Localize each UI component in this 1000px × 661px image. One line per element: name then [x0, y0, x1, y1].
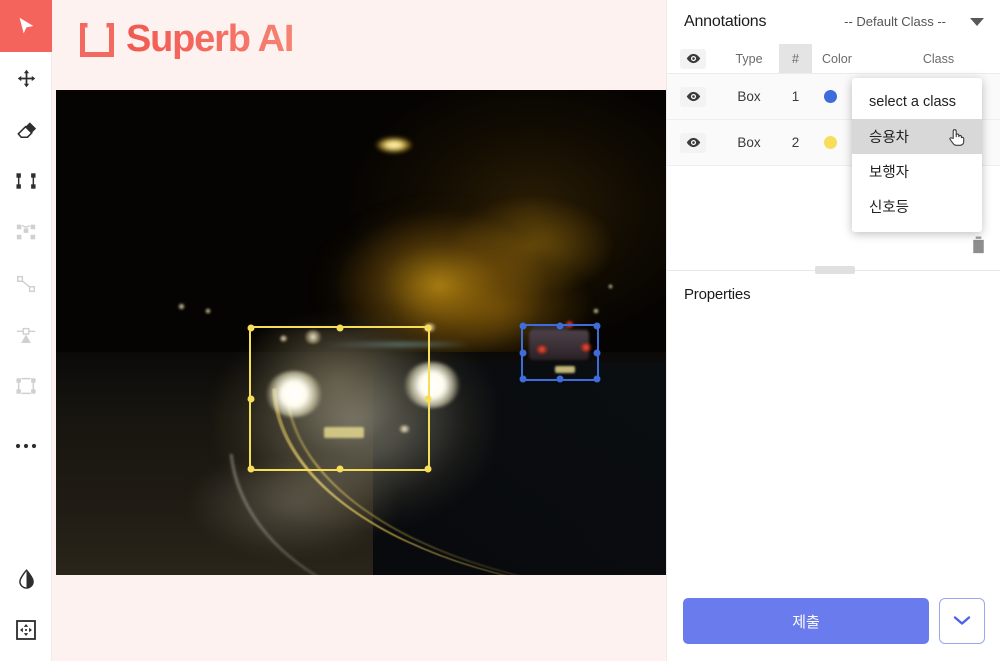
- polyline-tool[interactable]: [0, 258, 52, 310]
- fit-screen-icon: [15, 619, 37, 641]
- eye-icon[interactable]: [680, 132, 706, 153]
- properties-section-title: Properties: [684, 286, 751, 303]
- bbox-handle-sw[interactable]: [519, 375, 527, 383]
- default-class-label[interactable]: -- Default Class --: [844, 14, 946, 29]
- submit-row: 제출: [667, 598, 1000, 644]
- brightness-tool[interactable]: [0, 552, 52, 604]
- move-arrows-icon: [16, 68, 37, 89]
- road-reflection: [190, 468, 398, 556]
- bbox-handle-s[interactable]: [556, 375, 564, 383]
- column-header-visibility: [667, 48, 719, 69]
- annotations-panel-header: Annotations -- Default Class --: [667, 0, 1000, 44]
- rotated-box-tool[interactable]: [0, 206, 52, 258]
- panel-resize-handle[interactable]: [815, 266, 855, 274]
- polyline-icon: [15, 273, 37, 295]
- box-tool[interactable]: [0, 155, 52, 207]
- bbox-handle-ne[interactable]: [593, 322, 601, 330]
- fit-to-screen-tool[interactable]: [0, 604, 52, 656]
- dropdown-item-bohaengja[interactable]: 보행자: [852, 154, 982, 189]
- bbox-handle-nw[interactable]: [519, 322, 527, 330]
- segment-box-tool[interactable]: [0, 360, 52, 412]
- chevron-down-icon: [953, 614, 971, 629]
- column-header-type: Type: [735, 51, 763, 66]
- dropdown-item-select-a-class[interactable]: select a class: [852, 84, 982, 119]
- color-swatch[interactable]: [824, 90, 837, 103]
- column-header-number[interactable]: #: [779, 44, 812, 73]
- dropdown-item-label: 승용차: [869, 130, 910, 146]
- canvas-area: Superb AI: [52, 0, 666, 661]
- row-visibility-cell: [667, 132, 719, 153]
- superb-ai-logo: Superb AI: [80, 18, 294, 61]
- contrast-droplet-icon: [16, 568, 37, 589]
- bbox-handle-n[interactable]: [336, 324, 343, 332]
- table-header-row: Type # Color Class: [667, 44, 1000, 74]
- row-type: Box: [737, 89, 761, 104]
- submit-button[interactable]: 제출: [683, 598, 929, 644]
- keypoint-icon: [15, 324, 37, 346]
- color-swatch[interactable]: [824, 136, 837, 149]
- street-lamp-glow: [375, 136, 412, 153]
- eraser-icon: [15, 119, 38, 142]
- column-header-class: Class: [922, 51, 955, 66]
- row-visibility-cell: [667, 86, 719, 107]
- superb-ai-logo-mark-icon: [80, 22, 114, 57]
- pointing-hand-cursor-icon: [948, 127, 965, 151]
- eye-icon[interactable]: [680, 48, 706, 69]
- eraser-tool[interactable]: [0, 104, 52, 156]
- bbox-handle-e[interactable]: [424, 395, 432, 402]
- bbox-handle-w[interactable]: [519, 349, 527, 356]
- bbox-handle-se[interactable]: [593, 375, 601, 383]
- bounding-box-icon: [15, 170, 37, 192]
- trash-icon[interactable]: [971, 236, 986, 259]
- bbox-handle-sw[interactable]: [247, 465, 255, 473]
- bbox-handle-e[interactable]: [593, 349, 601, 356]
- class-select-dropdown[interactable]: select a class 승용차 보행자 신호등: [852, 78, 982, 232]
- bbox-handle-nw[interactable]: [247, 324, 255, 332]
- dropdown-item-seungyongcha[interactable]: 승용차: [852, 119, 982, 154]
- bbox-handle-s[interactable]: [336, 465, 343, 473]
- bbox-blue-leading-car[interactable]: [519, 322, 601, 383]
- more-tools-button[interactable]: [0, 420, 52, 472]
- left-toolbar: [0, 0, 52, 661]
- annotation-tool-app: Superb AI Annotations -- Default Class -…: [0, 0, 1000, 661]
- pan-tool[interactable]: [0, 52, 52, 104]
- annotation-image-frame[interactable]: [56, 90, 666, 575]
- bbox-yellow-oncoming-car[interactable]: [247, 324, 432, 473]
- bbox-handle-ne[interactable]: [424, 324, 432, 332]
- eye-icon[interactable]: [680, 86, 706, 107]
- submit-options-button[interactable]: [939, 598, 985, 644]
- column-header-color: Color: [822, 51, 852, 66]
- page-title: Annotations: [684, 13, 767, 30]
- ellipsis-icon: [15, 442, 37, 450]
- rotated-box-icon: [15, 221, 37, 243]
- bbox-handle-se[interactable]: [424, 465, 432, 473]
- bbox-handle-n[interactable]: [556, 322, 564, 330]
- keypoint-tool[interactable]: [0, 309, 52, 361]
- select-tool[interactable]: [0, 0, 52, 52]
- cursor-arrow-icon: [15, 15, 37, 37]
- chevron-down-icon[interactable]: [970, 18, 984, 26]
- row-number: 2: [791, 135, 800, 150]
- row-type: Box: [737, 135, 761, 150]
- bbox-handle-w[interactable]: [247, 395, 255, 402]
- row-number: 1: [791, 89, 800, 104]
- segment-box-icon: [15, 375, 37, 397]
- superb-ai-logo-text: Superb AI: [126, 18, 294, 60]
- dropdown-item-sinhodeung[interactable]: 신호등: [852, 189, 982, 224]
